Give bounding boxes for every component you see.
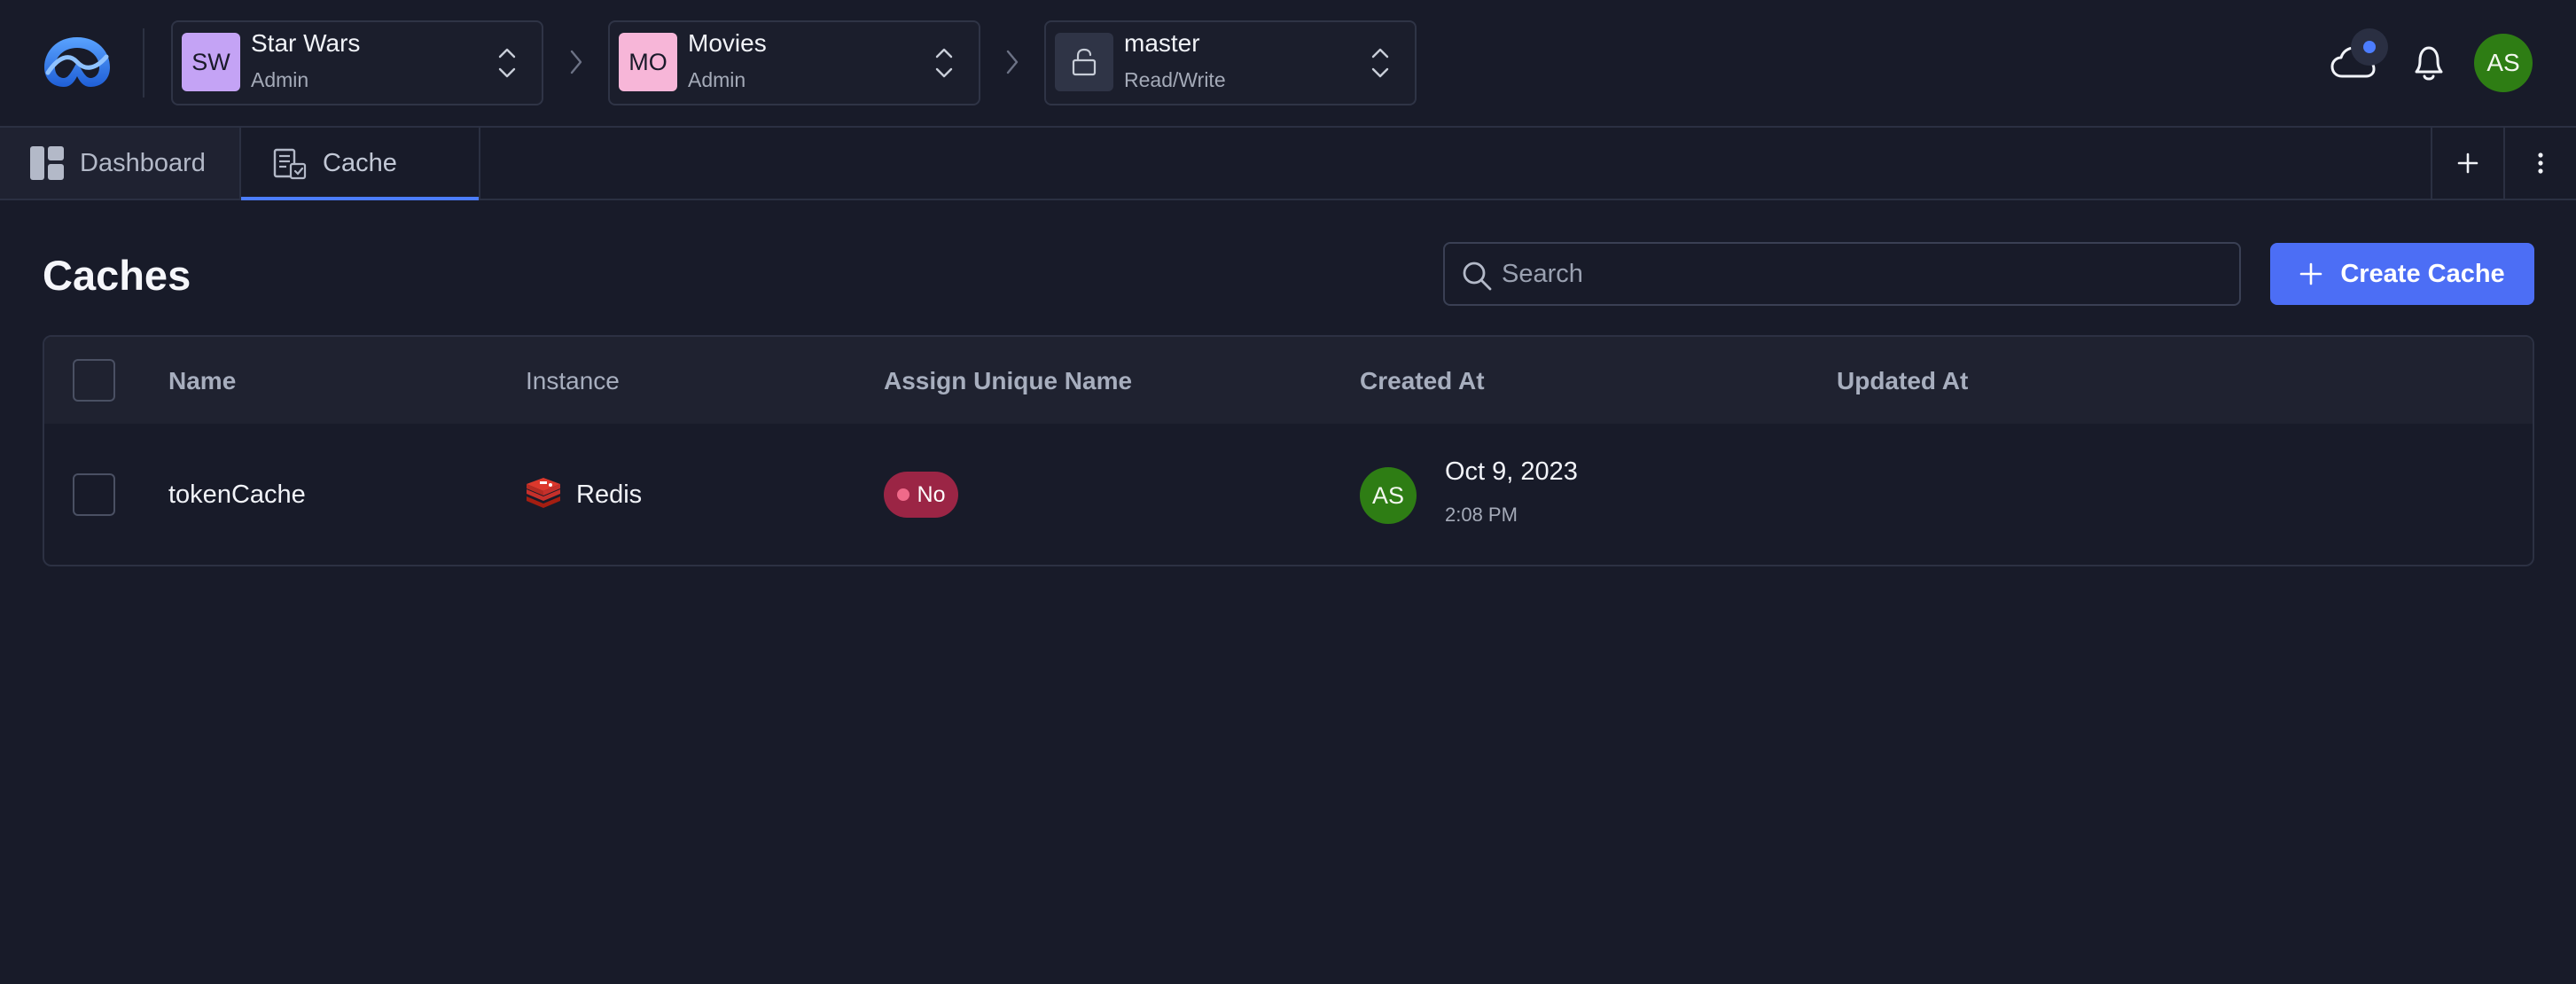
project-role: Admin xyxy=(688,68,746,91)
status-indicator-dot xyxy=(2351,28,2388,66)
tab-dashboard[interactable]: Dashboard xyxy=(0,128,241,199)
lock-open-icon xyxy=(1055,33,1113,91)
created-time: 2:08 PM xyxy=(1445,504,1518,526)
table-header: Name Instance Assign Unique Name Created… xyxy=(44,337,2533,424)
environment-access: Read/Write xyxy=(1124,68,1226,91)
badge-label: No xyxy=(917,481,946,507)
tab-label: Cache xyxy=(323,148,397,177)
search-input[interactable] xyxy=(1502,254,2229,293)
cache-icon xyxy=(273,148,307,180)
org-avatar: SW xyxy=(182,33,240,91)
column-header-created-at[interactable]: Created At xyxy=(1360,367,1485,395)
tab-label: Dashboard xyxy=(80,148,206,177)
bell-icon[interactable] xyxy=(2409,43,2448,83)
chevron-up-down-icon xyxy=(935,48,953,78)
chevron-up-down-icon xyxy=(498,48,516,78)
logo-divider xyxy=(143,28,144,98)
column-header-assign-unique-name[interactable]: Assign Unique Name xyxy=(884,367,1132,395)
environment-selector[interactable]: master Read/Write xyxy=(1044,20,1417,105)
chevron-right-icon xyxy=(1006,50,1019,74)
creator-avatar: AS xyxy=(1360,467,1417,524)
organization-selector[interactable]: SW Star Wars Admin xyxy=(171,20,543,105)
dashboard-icon xyxy=(30,146,64,180)
org-name: Star Wars xyxy=(251,29,361,57)
environment-name: master xyxy=(1124,29,1200,57)
tab-menu-button[interactable] xyxy=(2503,128,2576,199)
plus-icon xyxy=(2300,262,2322,285)
tab-cache[interactable]: Cache xyxy=(241,128,480,200)
plus-icon xyxy=(2457,152,2478,174)
page-title: Caches xyxy=(43,252,191,299)
org-role: Admin xyxy=(251,68,309,91)
app-logo-icon[interactable] xyxy=(39,34,115,90)
status-dot xyxy=(896,488,909,501)
column-header-updated-at[interactable]: Updated At xyxy=(1837,367,1968,395)
project-name: Movies xyxy=(688,29,767,57)
add-tab-button[interactable] xyxy=(2431,128,2503,199)
row-checkbox[interactable] xyxy=(73,473,115,516)
search-icon xyxy=(1463,262,1492,291)
caches-table: Name Instance Assign Unique Name Created… xyxy=(43,335,2534,566)
create-cache-button[interactable]: Create Cache xyxy=(2270,243,2534,305)
project-selector[interactable]: MO Movies Admin xyxy=(608,20,980,105)
column-header-name[interactable]: Name xyxy=(168,367,236,395)
select-all-checkbox[interactable] xyxy=(73,359,115,402)
top-bar: SW Star Wars Admin MO Movies Admin maste… xyxy=(0,0,2576,126)
tab-bar: Dashboard Cache xyxy=(0,126,2576,200)
search-box[interactable] xyxy=(1443,242,2241,306)
more-vertical-icon xyxy=(2538,152,2543,174)
chevron-right-icon xyxy=(570,50,582,74)
redis-icon xyxy=(527,478,560,508)
project-avatar: MO xyxy=(619,33,677,91)
instance-name: Redis xyxy=(576,480,643,509)
cache-name[interactable]: tokenCache xyxy=(168,480,306,510)
table-row[interactable]: tokenCache Redis No AS Oct 9, 2023 2:08 … xyxy=(44,424,2533,565)
user-avatar[interactable]: AS xyxy=(2474,34,2533,92)
create-cache-label: Create Cache xyxy=(2340,259,2505,288)
status-badge: No xyxy=(884,472,958,518)
column-header-instance[interactable]: Instance xyxy=(526,367,620,395)
created-date: Oct 9, 2023 xyxy=(1445,457,1578,486)
chevron-up-down-icon xyxy=(1371,48,1389,78)
